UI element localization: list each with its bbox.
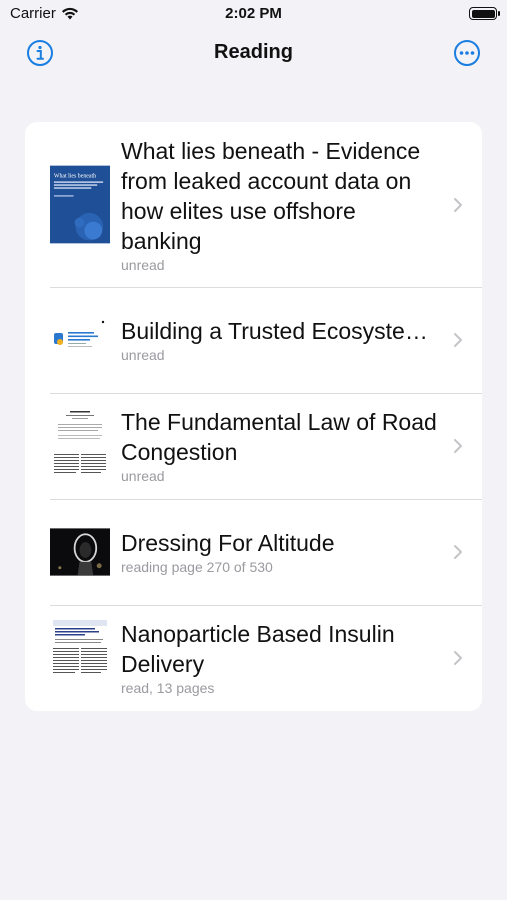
chevron-right-icon bbox=[454, 333, 462, 347]
page-title: Reading bbox=[214, 41, 293, 63]
chevron-right-icon bbox=[454, 439, 462, 453]
chevron-right-icon bbox=[454, 197, 462, 212]
row-divider bbox=[50, 287, 482, 288]
document-thumbnail bbox=[50, 408, 110, 484]
chevron-right-icon bbox=[454, 651, 462, 665]
battery-icon bbox=[469, 7, 500, 20]
status-bar: Carrier 2:02 PM bbox=[0, 0, 507, 30]
row-divider bbox=[50, 393, 482, 394]
document-cover-icon bbox=[50, 320, 110, 360]
item-status: read, 13 pages bbox=[121, 680, 215, 696]
document-page-icon bbox=[52, 408, 108, 484]
book-cover-icon bbox=[50, 528, 110, 576]
reading-list: What lies beneath What lies beneath - Ev… bbox=[25, 122, 482, 711]
book-thumbnail bbox=[50, 528, 110, 576]
document-cover-icon: What lies beneath bbox=[50, 165, 110, 244]
item-title: Dressing For Altitude bbox=[121, 530, 335, 556]
list-item-nanoparticle-insulin[interactable]: Nanoparticle Based Insulin Delivery read… bbox=[25, 605, 482, 711]
row-divider bbox=[50, 605, 482, 606]
chevron-right-icon bbox=[454, 545, 462, 559]
item-status: unread bbox=[121, 347, 165, 363]
item-title: Building a Trusted Ecosystem for Million… bbox=[121, 318, 440, 344]
list-item-dressing-for-altitude[interactable]: Dressing For Altitude reading page 270 o… bbox=[25, 499, 482, 605]
status-time: 2:02 PM bbox=[225, 5, 282, 22]
row-divider bbox=[50, 499, 482, 500]
item-status: unread bbox=[121, 468, 165, 484]
document-page-icon bbox=[51, 618, 109, 698]
item-status: reading page 270 of 530 bbox=[121, 559, 273, 575]
list-item-road-congestion[interactable]: The Fundamental Law of Road Congestion u… bbox=[25, 393, 482, 499]
list-item-what-lies-beneath[interactable]: What lies beneath What lies beneath - Ev… bbox=[25, 122, 482, 287]
item-title: The Fundamental Law of Road Congestion bbox=[121, 409, 437, 465]
thumb-title: What lies beneath bbox=[54, 173, 96, 179]
ellipsis-circle-icon[interactable] bbox=[453, 39, 481, 67]
document-thumbnail: What lies beneath bbox=[50, 165, 110, 244]
navigation-bar: Reading bbox=[0, 30, 507, 76]
document-thumbnail bbox=[50, 618, 110, 698]
item-status: unread bbox=[121, 256, 165, 273]
item-title: Nanoparticle Based Insulin Delivery bbox=[121, 621, 395, 677]
item-title: What lies beneath - Evidence from leaked… bbox=[121, 137, 421, 254]
document-thumbnail bbox=[50, 320, 110, 360]
list-item-trusted-ecosystem[interactable]: Building a Trusted Ecosystem for Million… bbox=[25, 287, 482, 393]
